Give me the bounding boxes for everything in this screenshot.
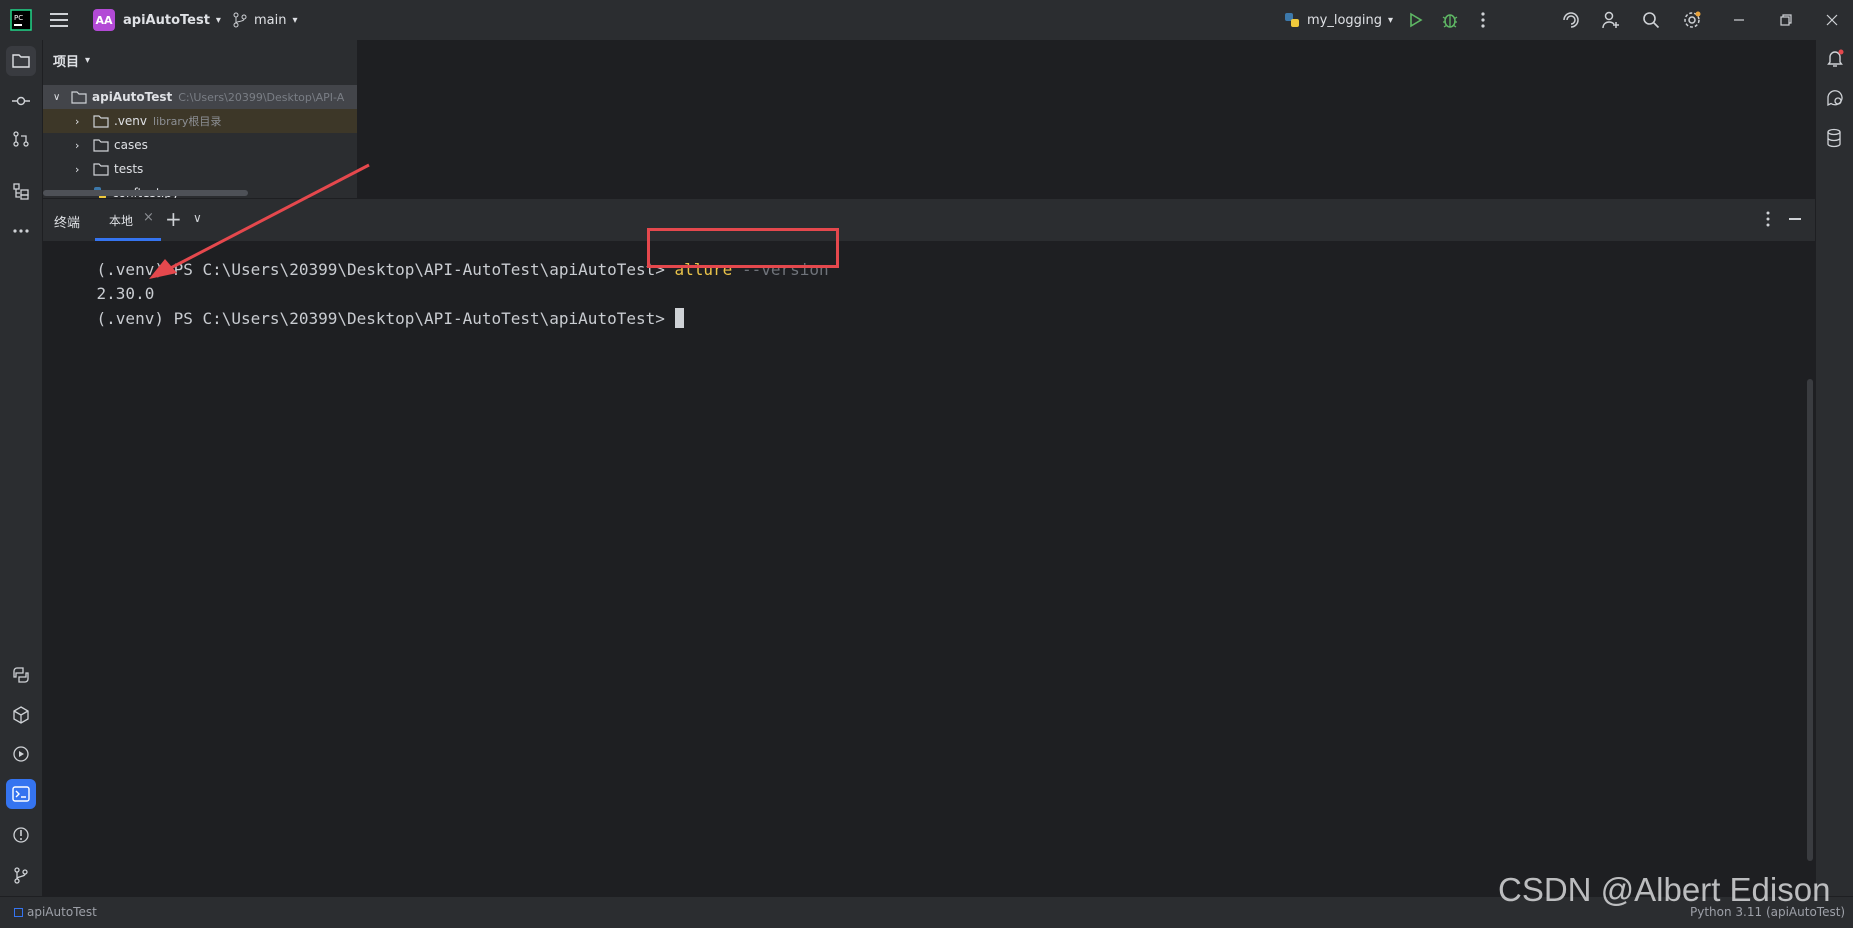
project-badge: AA	[93, 9, 115, 31]
pull-request-icon	[13, 131, 29, 147]
git-icon	[14, 867, 28, 884]
chevron-down-icon: ▾	[1388, 14, 1394, 26]
search-icon[interactable]	[1642, 0, 1660, 40]
terminal-tool-button[interactable]	[6, 779, 36, 809]
main-menu-icon[interactable]	[50, 0, 70, 40]
ai-assistant-icon[interactable]	[1561, 0, 1581, 40]
terminal-prompt: (.venv) PS C:\Users\20399\Desktop\API-Au…	[96, 309, 665, 328]
tree-item-label: cases	[114, 138, 148, 152]
status-project-name: apiAutoTest	[27, 905, 97, 919]
problems-icon	[13, 827, 29, 843]
restore-window-icon[interactable]	[1779, 0, 1793, 40]
structure-icon	[13, 183, 29, 200]
tree-item-hint: library根目录	[153, 115, 222, 128]
database-icon[interactable]	[1825, 128, 1843, 152]
project-switcher[interactable]: AA apiAutoTest ▾	[93, 0, 221, 40]
tree-row-root[interactable]: ∨ apiAutoTest C:\Users\20399\Desktop\API…	[43, 85, 357, 109]
chevron-down-icon: ▾	[215, 14, 221, 26]
git-tool-button[interactable]	[6, 860, 36, 890]
title-bar: PC AA apiAutoTest ▾ main ▾ my_logging ▾	[0, 0, 1853, 41]
python-console-tool-button[interactable]	[6, 660, 36, 690]
python-console-icon	[13, 667, 29, 683]
vertical-scrollbar[interactable]	[1807, 379, 1813, 861]
problems-tool-button[interactable]	[6, 820, 36, 850]
terminal-icon	[12, 786, 30, 802]
svg-text:PC: PC	[14, 14, 23, 22]
minimize-window-icon[interactable]	[1732, 0, 1746, 40]
chevron-down-icon: ∨	[53, 91, 61, 103]
annotation-arrow	[149, 163, 370, 279]
git-branch-icon	[233, 12, 247, 28]
run-config-name: my_logging	[1307, 12, 1383, 28]
editor-area	[358, 40, 1815, 198]
chevron-down-icon: ▾	[292, 14, 298, 26]
terminal-panel-title: 终端	[54, 216, 81, 231]
terminal-output[interactable]: (.venv) PS C:\Users\20399\Desktop\API-Au…	[43, 163, 1815, 896]
commit-icon	[12, 96, 30, 106]
terminal-line-3: (.venv) PS C:\Users\20399\Desktop\API-Au…	[58, 289, 684, 347]
project-name: apiAutoTest	[123, 12, 210, 28]
tree-row-venv[interactable]: › .venv library根目录	[43, 109, 357, 133]
python-packages-tool-button[interactable]	[6, 700, 36, 730]
structure-tool-button[interactable]	[6, 176, 36, 206]
app-logo-icon[interactable]: PC	[10, 0, 32, 40]
folder-icon	[12, 54, 30, 68]
chevron-right-icon: ›	[75, 114, 80, 128]
folder-icon	[93, 139, 109, 152]
module-icon	[14, 907, 23, 917]
hide-panel-icon[interactable]	[1789, 218, 1801, 220]
project-panel-header[interactable]: 项目 ▾	[53, 51, 90, 70]
tree-item-path: C:\Users\20399\Desktop\API-A	[178, 90, 345, 104]
notifications-bell-icon[interactable]	[1825, 48, 1845, 72]
right-tool-strip	[1815, 40, 1853, 896]
folder-icon	[93, 115, 109, 128]
folder-icon	[93, 163, 109, 176]
debug-button[interactable]	[1441, 0, 1459, 40]
python-icon	[1285, 13, 1299, 27]
packages-icon	[13, 706, 29, 724]
more-actions-icon[interactable]	[1480, 0, 1486, 40]
left-tool-strip	[0, 40, 43, 896]
tree-item-label: .venv	[114, 114, 148, 128]
watermark: CSDN @Albert Edison	[1498, 871, 1831, 908]
services-tool-button[interactable]	[6, 739, 36, 769]
tab-local-label: 本地	[109, 214, 134, 228]
services-icon	[13, 746, 29, 762]
project-tool-button[interactable]	[6, 46, 36, 76]
status-project[interactable]: apiAutoTest	[14, 905, 97, 919]
pull-requests-tool-button[interactable]	[6, 124, 36, 154]
bug-icon	[1442, 14, 1458, 28]
add-user-icon[interactable]	[1601, 0, 1621, 40]
chevron-down-icon: ▾	[85, 55, 91, 66]
tree-row-tests[interactable]: › tests	[43, 157, 143, 181]
more-tools-icon[interactable]	[6, 216, 36, 246]
run-config-selector[interactable]: my_logging ▾	[1283, 0, 1393, 40]
commit-tool-button[interactable]	[6, 86, 36, 116]
tree-row-cases[interactable]: › cases	[43, 133, 148, 157]
chevron-right-icon: ›	[75, 138, 80, 152]
folder-icon	[71, 91, 87, 104]
run-icon	[1410, 12, 1423, 28]
tree-item-label: apiAutoTest	[92, 90, 173, 104]
ai-chat-icon[interactable]	[1825, 88, 1845, 112]
project-panel-title: 项目	[53, 55, 80, 70]
terminal-options-icon[interactable]	[1765, 211, 1771, 231]
branch-name: main	[254, 12, 287, 28]
run-button[interactable]	[1407, 0, 1423, 40]
settings-gear-icon[interactable]	[1682, 0, 1702, 40]
branch-switcher[interactable]: main ▾	[232, 0, 298, 40]
terminal-cursor	[674, 308, 684, 328]
close-window-icon[interactable]	[1825, 0, 1839, 40]
chevron-right-icon: ›	[75, 162, 80, 176]
highlight-box	[647, 228, 839, 268]
